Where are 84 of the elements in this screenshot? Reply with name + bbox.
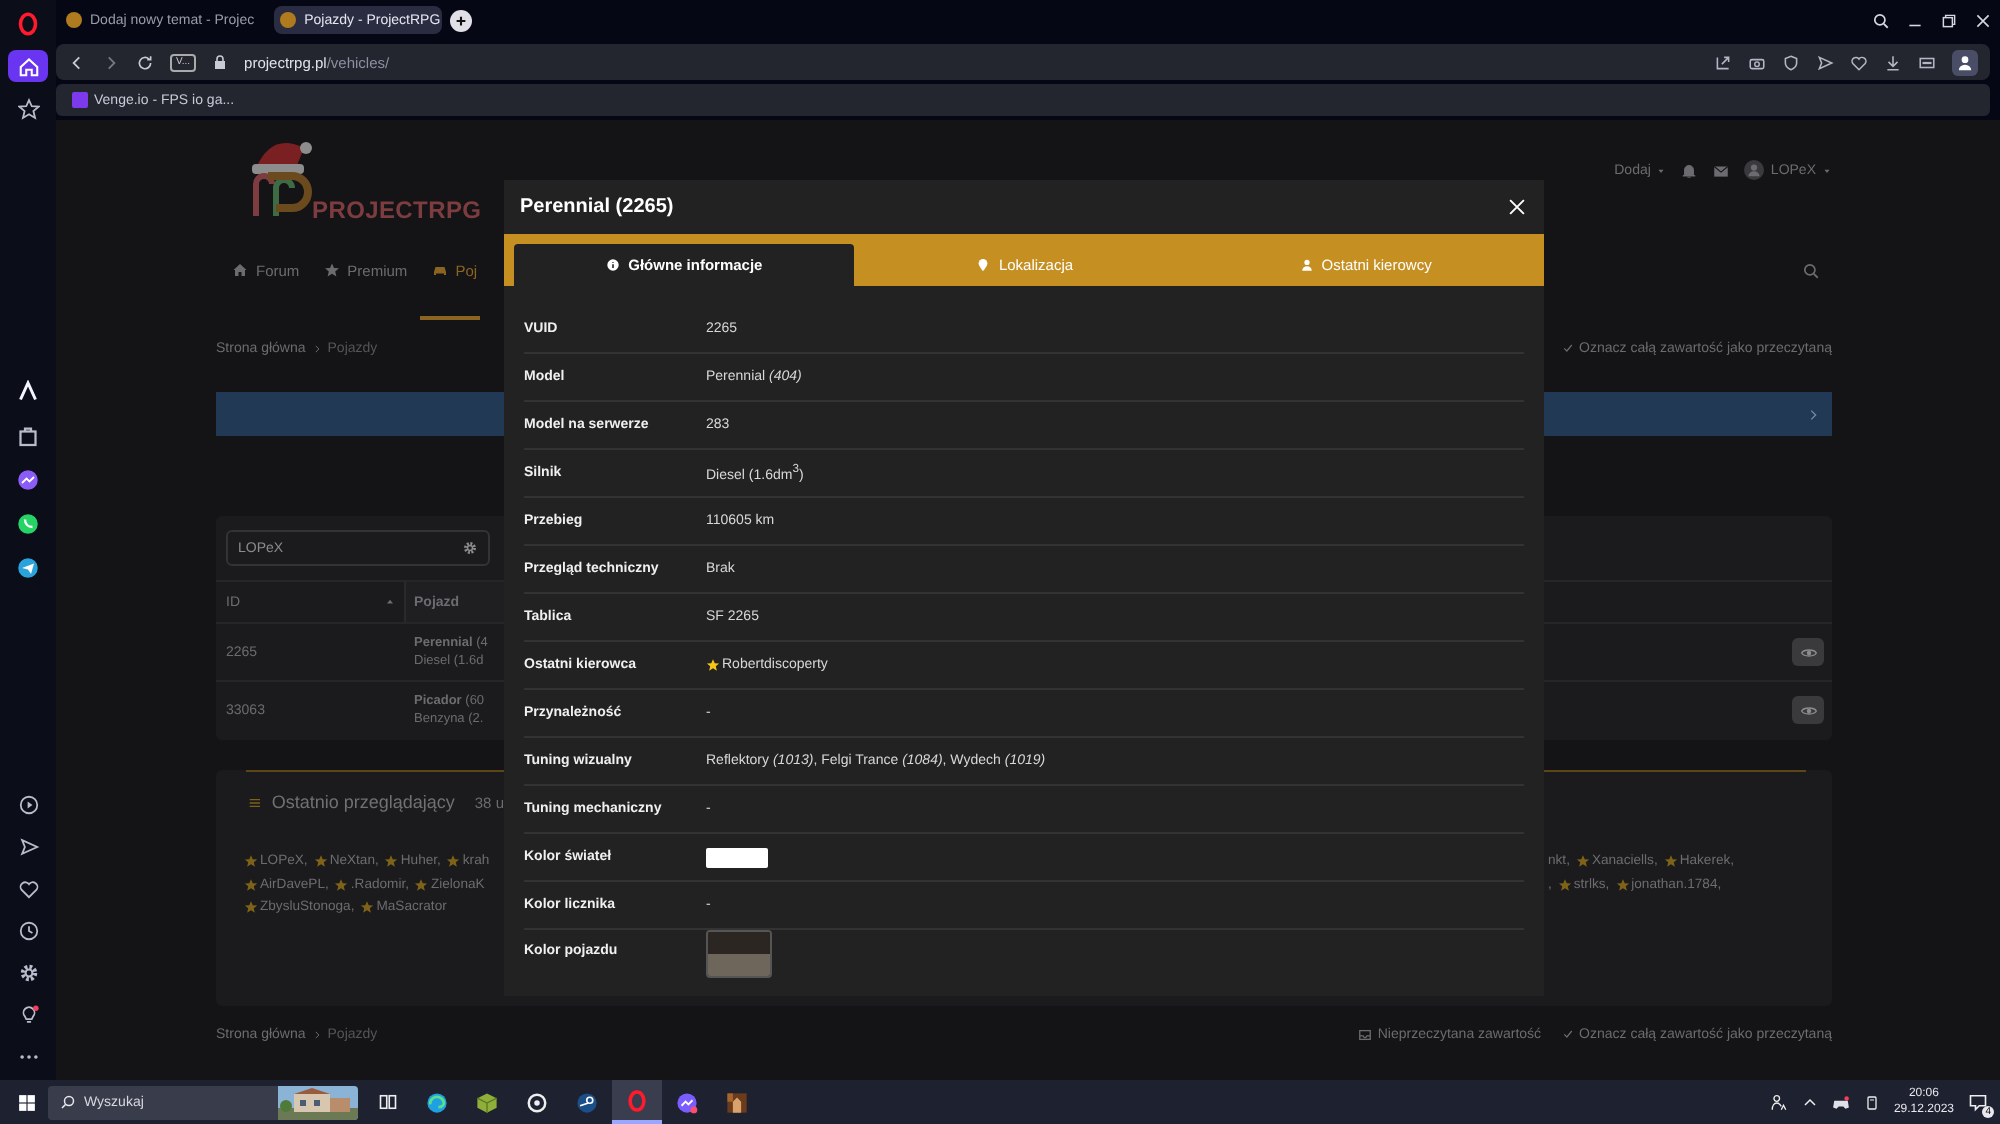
caret-icon xyxy=(1656,165,1667,175)
view-button[interactable] xyxy=(1792,638,1824,666)
star-icon xyxy=(1575,854,1590,869)
star-icon[interactable] xyxy=(17,97,39,119)
send-icon[interactable] xyxy=(1816,53,1834,71)
star-icon xyxy=(446,854,461,869)
chat-bubble-icon[interactable] xyxy=(16,468,40,492)
car-icon xyxy=(431,262,448,278)
user-icon xyxy=(1299,258,1314,272)
camera-icon[interactable] xyxy=(1748,53,1766,71)
avatar-icon xyxy=(1744,160,1765,180)
settings-icon[interactable] xyxy=(17,961,39,983)
close-icon[interactable] xyxy=(1974,11,1992,29)
eye-icon xyxy=(1799,701,1817,719)
cube-icon xyxy=(476,1091,498,1113)
star-icon xyxy=(244,854,258,869)
download-icon[interactable] xyxy=(1884,53,1902,71)
task-view-icon xyxy=(377,1092,397,1112)
logo-text[interactable]: PROJECTRPG xyxy=(312,196,482,224)
star-icon xyxy=(414,877,429,892)
windows-icon[interactable] xyxy=(18,1093,36,1111)
section-title: Ostatnio przeglądający xyxy=(271,792,455,812)
star-icon xyxy=(1663,854,1678,869)
app-icon xyxy=(526,1091,548,1113)
star-icon xyxy=(313,854,328,869)
mail-icon[interactable] xyxy=(1712,161,1731,179)
star-icon xyxy=(334,877,349,892)
ring-icon xyxy=(626,1089,648,1111)
restore-icon[interactable] xyxy=(1940,11,1958,29)
check-icon xyxy=(1561,342,1574,354)
check-icon xyxy=(1561,1028,1574,1040)
inbox-icon xyxy=(1357,1027,1372,1041)
notification-icon[interactable] xyxy=(1968,1092,1988,1112)
chevron-right-icon xyxy=(311,1029,322,1039)
profile-icon[interactable] xyxy=(1956,53,1974,71)
shield-icon[interactable] xyxy=(1782,53,1800,71)
lock-icon xyxy=(212,54,229,70)
star-icon xyxy=(384,854,399,869)
home-icon[interactable] xyxy=(17,55,39,77)
close-icon xyxy=(1506,196,1528,218)
app-icon xyxy=(726,1091,748,1113)
modal-title: Perennial (2265) xyxy=(520,196,674,218)
phone-bubble-icon[interactable] xyxy=(16,512,40,536)
chevron-right-icon xyxy=(311,343,322,353)
plus-icon[interactable] xyxy=(454,13,469,27)
eye-icon xyxy=(1799,643,1817,661)
info-icon xyxy=(606,258,621,272)
search-icon xyxy=(60,1094,76,1110)
clock-icon[interactable] xyxy=(17,919,39,941)
chevron-up-icon[interactable] xyxy=(1801,1094,1818,1110)
person-icon[interactable] xyxy=(1769,1093,1788,1111)
pin-icon xyxy=(976,258,991,272)
star-icon xyxy=(244,877,258,892)
share-icon[interactable] xyxy=(1714,53,1732,71)
play-icon[interactable] xyxy=(17,793,39,815)
star-icon xyxy=(706,658,720,672)
chevron-right-icon xyxy=(1806,407,1820,421)
opera-logo-icon[interactable] xyxy=(16,12,40,36)
caret-icon xyxy=(1822,165,1832,175)
paper-plane-icon[interactable] xyxy=(16,556,40,580)
heart-icon[interactable] xyxy=(17,877,39,899)
menu-icon xyxy=(248,793,262,811)
box-icon[interactable] xyxy=(16,424,40,448)
gamepad-icon[interactable] xyxy=(1831,1093,1850,1111)
bulb-icon[interactable] xyxy=(17,1003,39,1025)
heart-icon[interactable] xyxy=(1850,53,1868,71)
star-icon xyxy=(360,900,375,915)
close-button[interactable] xyxy=(1506,196,1528,218)
home-icon xyxy=(232,262,248,278)
star-icon xyxy=(1615,877,1630,892)
send-icon[interactable] xyxy=(17,835,39,857)
star-icon xyxy=(244,900,258,915)
color-swatch xyxy=(706,930,772,978)
sort-icon xyxy=(384,596,396,608)
app-icon xyxy=(576,1091,598,1113)
settings-icon xyxy=(462,540,478,556)
chat-bubble-icon xyxy=(676,1091,698,1113)
app-icon xyxy=(426,1091,448,1113)
view-button[interactable] xyxy=(1792,696,1824,724)
bell-icon[interactable] xyxy=(1680,161,1699,179)
star-icon xyxy=(1557,877,1572,892)
star-icon xyxy=(323,262,340,278)
reload-icon[interactable] xyxy=(136,53,154,71)
search-icon[interactable] xyxy=(1872,11,1890,29)
